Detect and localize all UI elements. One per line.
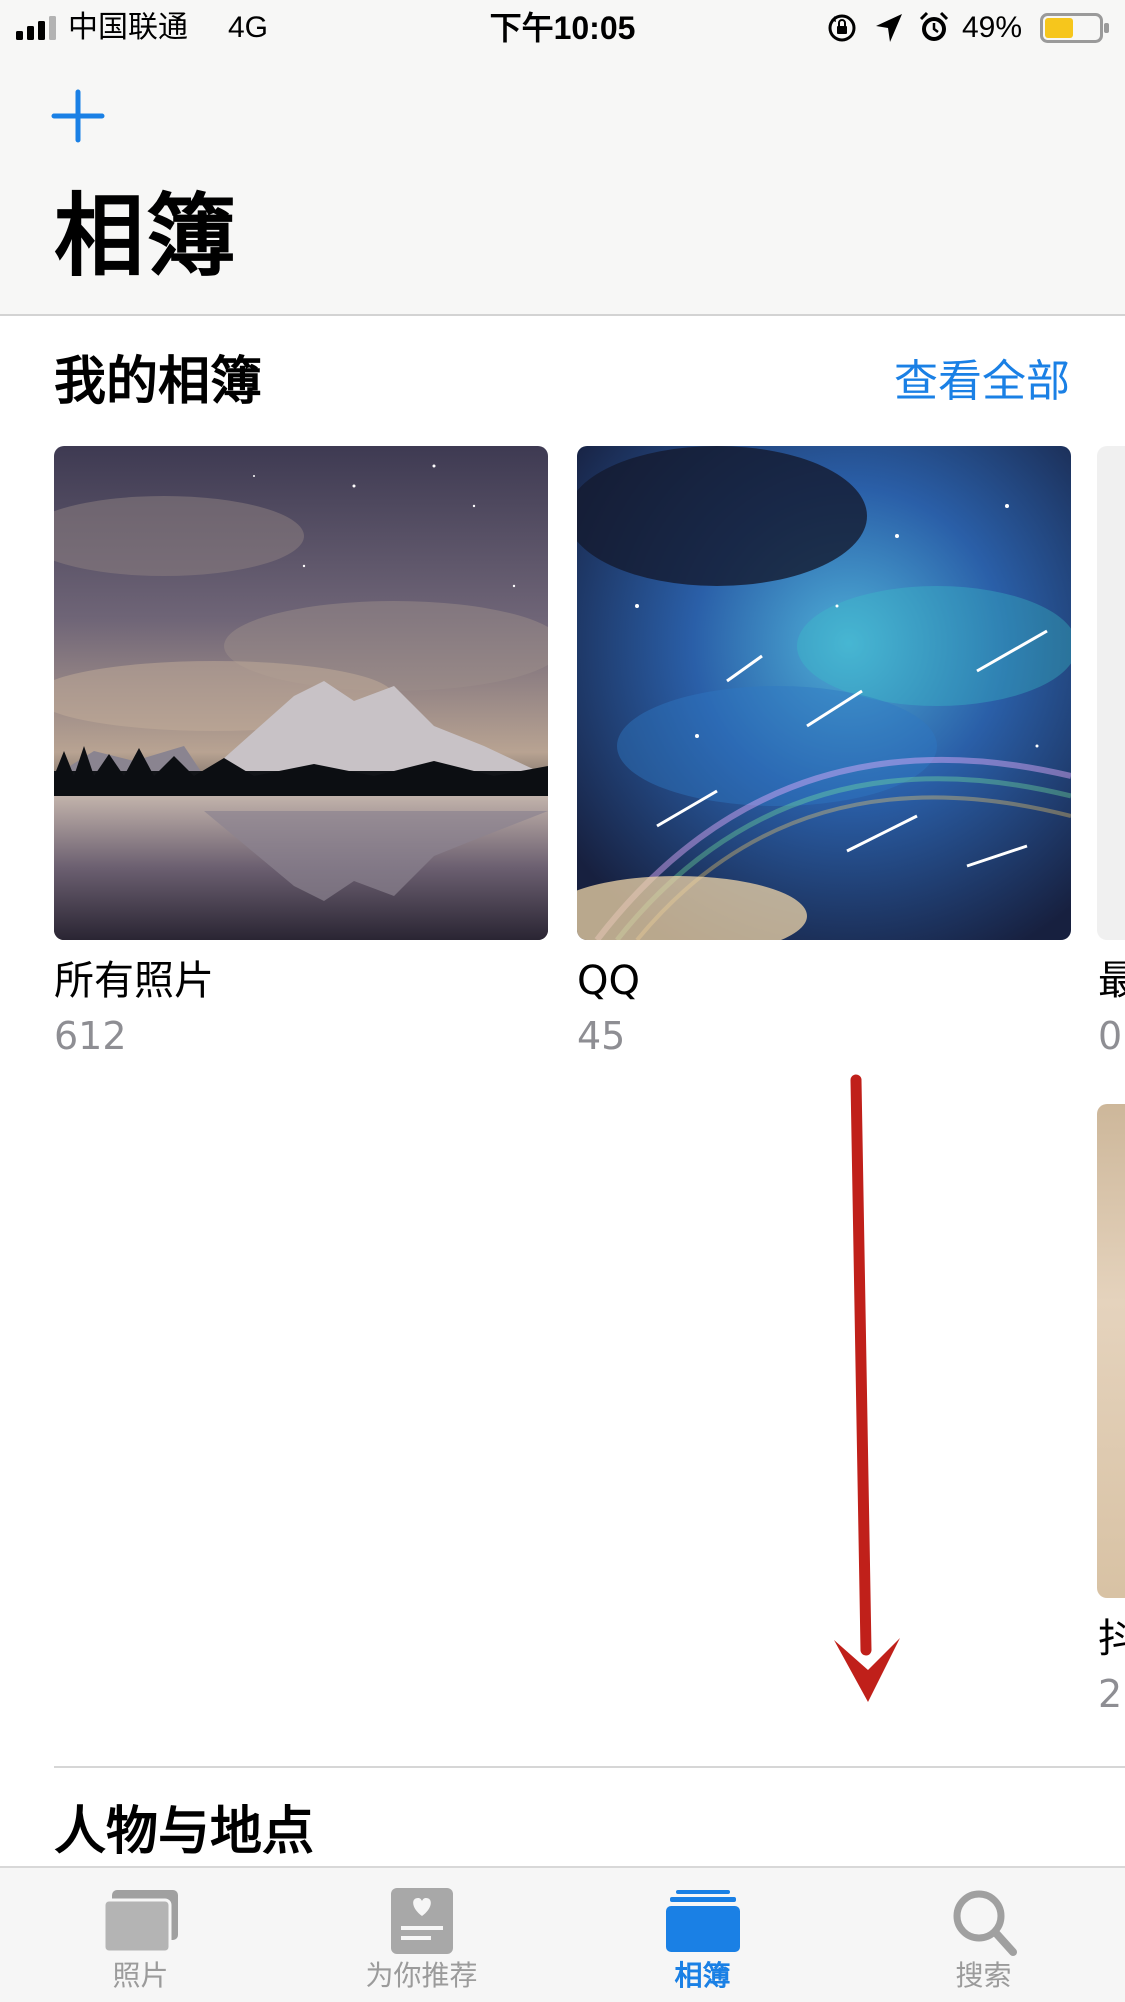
my-albums-title: 我的相簿 <box>54 352 263 412</box>
tab-label: 照片 <box>112 1959 169 1992</box>
album-all-photos[interactable]: 所有照片 612 <box>54 446 548 1058</box>
nav-header: 相簿 <box>0 56 1125 316</box>
album-peek-count: 2 <box>1098 1672 1123 1716</box>
album-name: 所有照片 <box>54 958 214 1004</box>
orientation-lock-icon <box>828 14 856 42</box>
status-bar: 中国联通 4G 下午10:05 49% <box>0 0 1125 56</box>
album-peek-count: 0 <box>1098 1014 1123 1058</box>
page-title: 相簿 <box>54 184 238 289</box>
albums-icon <box>666 1890 740 1952</box>
album-peek-name: 最 <box>1098 958 1125 1004</box>
album-thumbnail <box>54 446 548 940</box>
tab-label: 为你推荐 <box>365 1959 478 1992</box>
location-icon <box>876 14 902 42</box>
for-you-icon <box>391 1888 453 1954</box>
tab-albums[interactable]: 相簿 <box>562 1868 843 2002</box>
plus-icon[interactable] <box>48 86 108 146</box>
people-places-title: 人物与地点 <box>54 1802 315 1862</box>
album-count: 45 <box>577 1014 626 1058</box>
photos-icon <box>102 1890 178 1954</box>
tab-for-you[interactable]: 为你推荐 <box>281 1868 562 2002</box>
album-name: QQ <box>577 958 640 1004</box>
album-thumbnail <box>577 446 1071 940</box>
annotation-arrow-icon <box>834 1074 900 1702</box>
battery-icon <box>1040 13 1109 43</box>
alarm-icon <box>919 11 949 41</box>
tab-photos[interactable]: 照片 <box>0 1868 281 2002</box>
tab-label: 搜索 <box>955 1959 1012 1992</box>
album-peek-thumbnail[interactable] <box>1097 1104 1125 1598</box>
album-peek-name: 抖 <box>1098 1616 1125 1662</box>
tab-label: 相簿 <box>674 1959 731 1992</box>
tab-search[interactable]: 搜索 <box>843 1868 1124 2002</box>
status-time: 下午10:05 <box>489 10 636 46</box>
album-qq[interactable]: QQ 45 <box>577 446 1071 1058</box>
battery-percent: 49% <box>962 11 1023 44</box>
album-peek-thumbnail[interactable] <box>1097 446 1125 940</box>
see-all-link[interactable]: 查看全部 <box>894 354 1070 410</box>
search-icon <box>953 1890 1017 1956</box>
tab-bar: 照片 为你推荐 相簿 搜索 <box>0 1866 1125 2002</box>
section-divider <box>54 1766 1125 1768</box>
album-count: 612 <box>54 1014 127 1058</box>
